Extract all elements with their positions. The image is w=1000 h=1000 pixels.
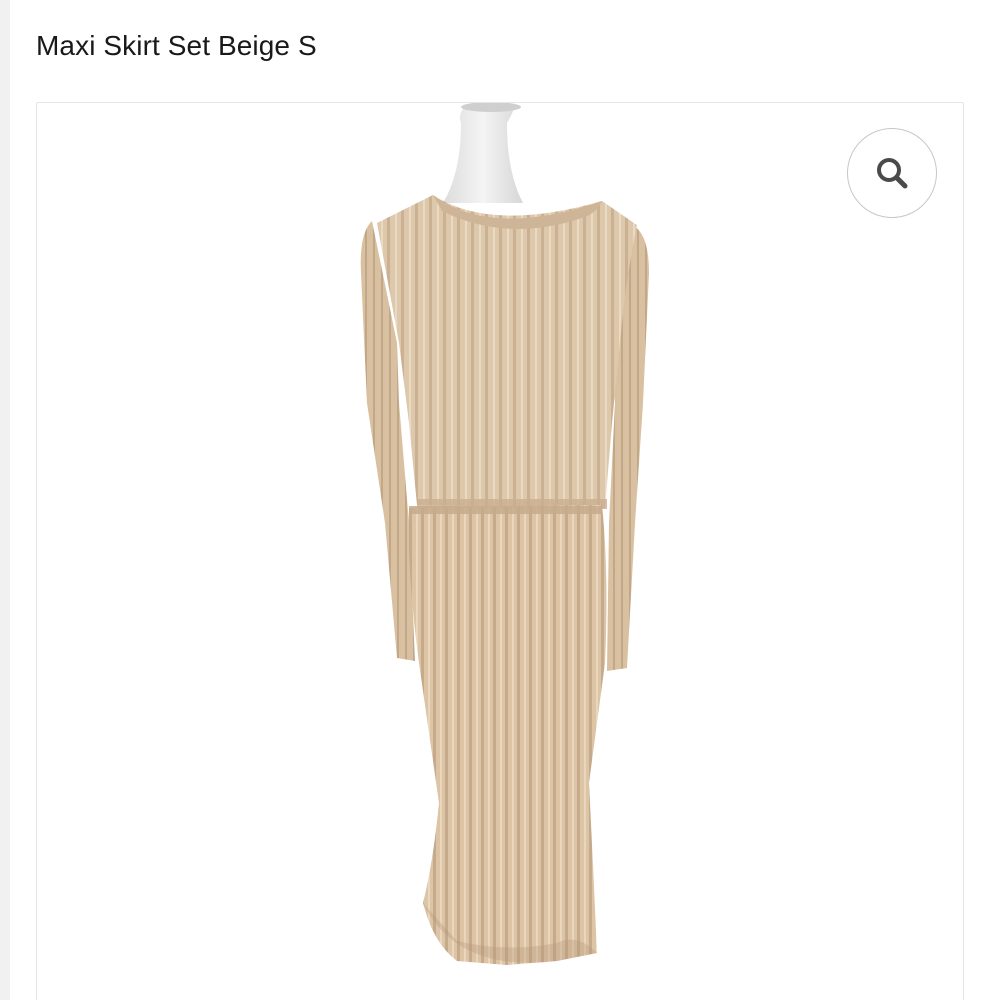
product-title: Maxi Skirt Set Beige S: [36, 30, 317, 61]
product-image-frame[interactable]: [36, 102, 964, 1000]
product-page: g Maxi Skirt Set Beige S: [0, 0, 1000, 1000]
zoom-button[interactable]: [847, 128, 937, 218]
ribbed-maxi-skirt: [408, 505, 607, 965]
search-icon: [877, 158, 908, 189]
left-edge-strip: [0, 0, 10, 1000]
product-image[interactable]: [37, 103, 963, 1000]
ribbed-top: [377, 195, 637, 508]
